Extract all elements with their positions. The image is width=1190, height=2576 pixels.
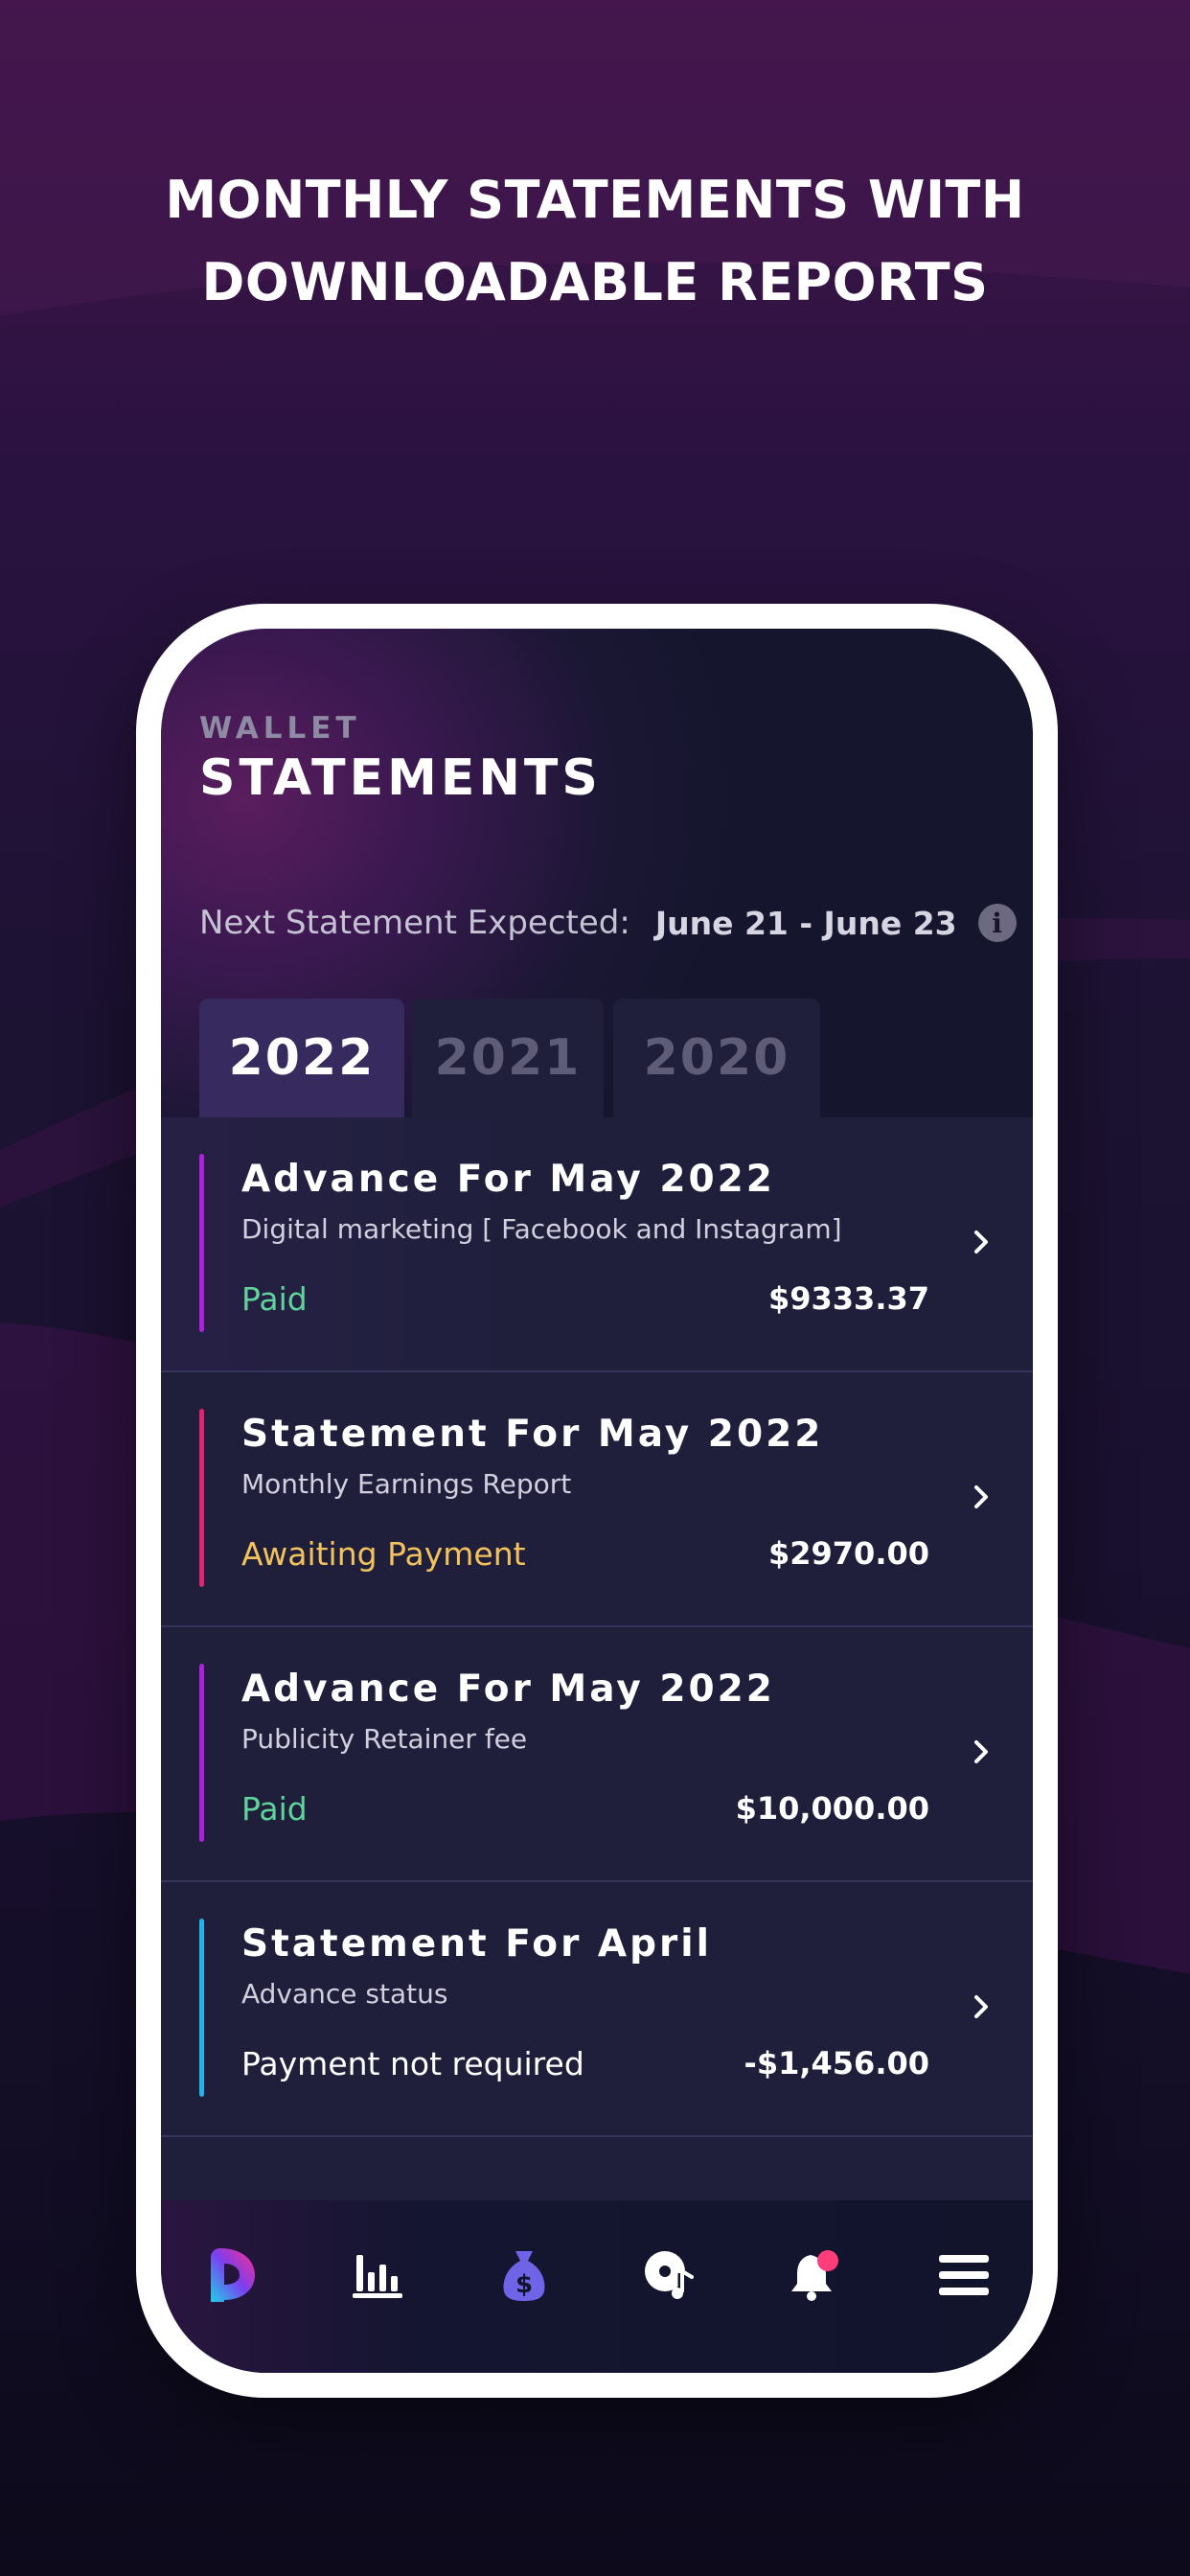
next-statement-label: Next Statement Expected:: [199, 904, 630, 942]
page-title: STATEMENTS: [199, 749, 602, 807]
statement-title: Statement For April: [241, 1922, 712, 1966]
statement-subtitle: Publicity Retainer fee: [241, 1723, 528, 1755]
phone-frame: WALLET STATEMENTS Next Statement Expecte…: [136, 604, 1058, 2398]
section-label: WALLET: [199, 711, 361, 746]
chevron-right-icon[interactable]: [964, 1480, 998, 1514]
statement-title: Statement For May 2022: [241, 1413, 824, 1456]
next-statement-row: Next Statement Expected: June 21 - June …: [199, 899, 1017, 947]
tab-2020[interactable]: 2020: [613, 999, 820, 1117]
chevron-right-icon[interactable]: [964, 1225, 998, 1259]
info-icon[interactable]: i: [977, 904, 1017, 942]
statement-status: Paid: [241, 1280, 308, 1318]
money-bag-icon[interactable]: $: [490, 2241, 559, 2310]
svg-text:$: $: [515, 2270, 533, 2299]
chevron-right-icon[interactable]: [964, 1990, 998, 2024]
promo-headline: MONTHLY STATEMENTS WITH DOWNLOADABLE REP…: [0, 159, 1190, 324]
accent-bar: [199, 1409, 204, 1587]
bell-notification-icon[interactable]: [782, 2241, 851, 2310]
statement-subtitle: Digital marketing [ Facebook and Instagr…: [241, 1213, 842, 1245]
accent-bar: [199, 1919, 204, 2097]
hamburger-menu-icon[interactable]: [929, 2241, 998, 2310]
tab-2022[interactable]: 2022: [199, 999, 404, 1117]
chevron-right-icon[interactable]: [964, 1735, 998, 1769]
statement-amount: $9333.37: [767, 1280, 929, 1317]
statement-subtitle: Monthly Earnings Report: [241, 1468, 572, 1500]
statement-subtitle: Advance status: [241, 1978, 448, 2010]
statement-card[interactable]: Advance For May 2022 Publicity Retainer …: [161, 1627, 1033, 1882]
accent-bar: [199, 1664, 204, 1842]
tab-2021[interactable]: 2021: [412, 999, 604, 1117]
statement-card[interactable]: Statement For April Advance status Payme…: [161, 1882, 1033, 2137]
music-disc-icon[interactable]: [636, 2241, 705, 2310]
bottom-nav: $: [161, 2200, 1033, 2373]
app-logo-icon[interactable]: [197, 2241, 266, 2310]
statement-amount: -$1,456.00: [744, 2045, 929, 2082]
next-statement-dates: June 21 - June 23: [654, 904, 957, 942]
statement-list: Advance For May 2022 Digital marketing […: [161, 1117, 1033, 2200]
statement-status: Payment not required: [241, 2045, 584, 2082]
headline-line-1: MONTHLY STATEMENTS WITH: [165, 170, 1025, 230]
headline-line-2: DOWNLOADABLE REPORTS: [201, 252, 989, 312]
bar-chart-icon[interactable]: [343, 2241, 412, 2310]
statement-card[interactable]: Advance For May 2022 Digital marketing […: [161, 1117, 1033, 1372]
statement-amount: $2970.00: [767, 1535, 929, 1572]
statement-status: Awaiting Payment: [241, 1535, 526, 1573]
statement-title: Advance For May 2022: [241, 1668, 775, 1711]
phone-screen: WALLET STATEMENTS Next Statement Expecte…: [161, 629, 1033, 2373]
statement-amount: $10,000.00: [735, 1790, 929, 1827]
statement-status: Paid: [241, 1790, 308, 1828]
statement-title: Advance For May 2022: [241, 1158, 775, 1201]
statement-card[interactable]: Statement For May 2022 Monthly Earnings …: [161, 1372, 1033, 1627]
accent-bar: [199, 1154, 204, 1332]
